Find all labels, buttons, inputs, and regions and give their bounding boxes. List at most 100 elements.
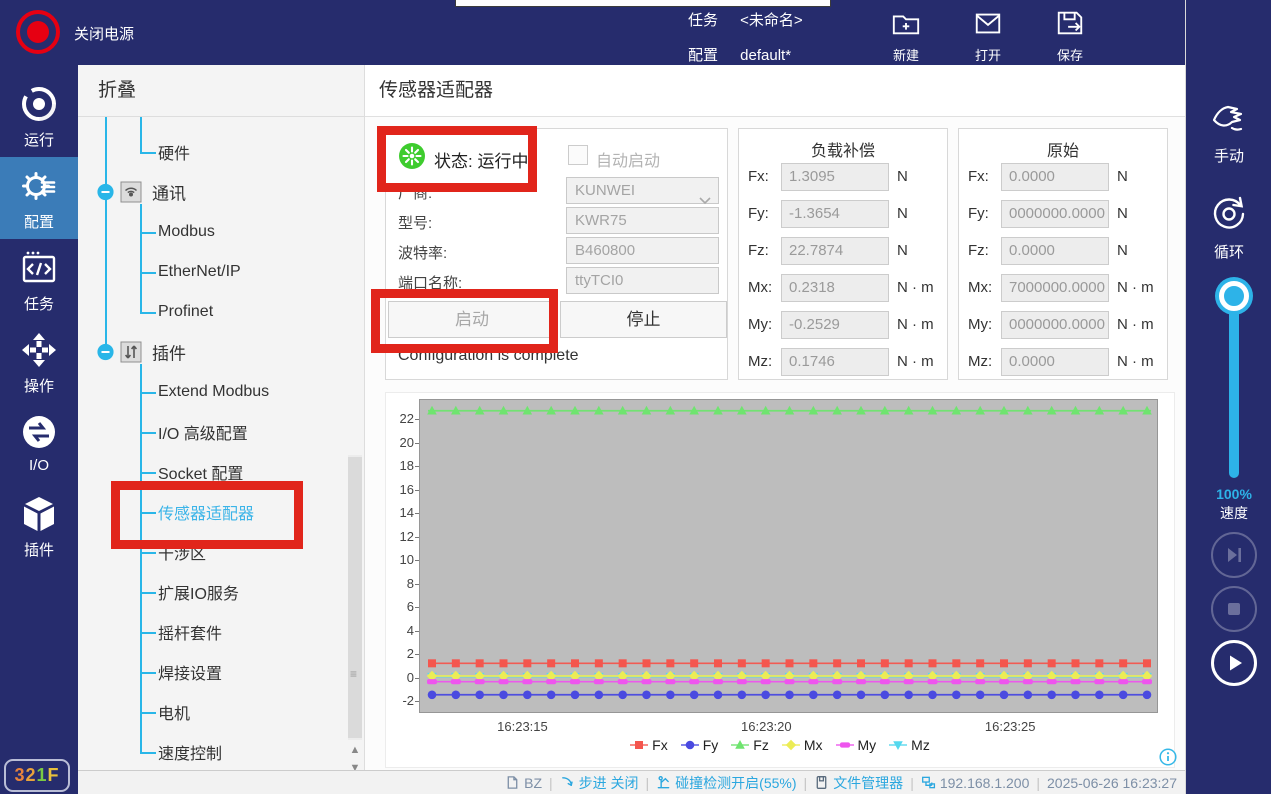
tree-group-5[interactable]: 插件: [152, 340, 186, 365]
power-button[interactable]: [16, 10, 60, 54]
tree-connector: [140, 117, 142, 153]
sidebar-item-io[interactable]: I/O: [0, 403, 78, 485]
chevron-down-icon: [699, 188, 711, 196]
scroll-down-icon[interactable]: ▼: [348, 760, 362, 770]
play-button[interactable]: [1211, 640, 1257, 686]
skip-next-button[interactable]: [1211, 532, 1257, 578]
autostart-label: 自动启动: [596, 147, 660, 171]
row-unit: N · m: [1117, 316, 1154, 333]
row-value: 7000000.0000: [1001, 274, 1109, 302]
loop-mode-button[interactable]: 循环: [1186, 192, 1271, 262]
tree-item-10[interactable]: 干涉区: [158, 540, 206, 564]
save-button[interactable]: 保存: [1044, 8, 1096, 64]
stop-button[interactable]: 停止: [560, 301, 727, 338]
statusbar-separator: |: [549, 775, 553, 791]
sidebar-item-plugin[interactable]: 插件: [0, 485, 78, 567]
y-axis-tick-mark: [415, 490, 419, 491]
sidebar-item-config[interactable]: 配置: [0, 157, 78, 239]
y-axis-tick-label: 0: [386, 670, 414, 685]
stop-button[interactable]: [1211, 586, 1257, 632]
tree-item-11[interactable]: 扩展IO服务: [158, 580, 239, 604]
tree-connector: [105, 117, 107, 353]
row-value: 1.3095: [781, 163, 889, 191]
tree-connector: [140, 472, 156, 474]
tree-item-7[interactable]: I/O 高级配置: [158, 420, 248, 444]
page-title: 传感器适配器: [365, 65, 1185, 117]
y-axis-tick-label: -2: [386, 693, 414, 708]
row-value: 0000000.0000: [1001, 200, 1109, 228]
config-row: 配置 default*: [688, 44, 791, 65]
legend-item-Fy[interactable]: Fy: [681, 737, 719, 753]
tree-panel: 折叠 ▪▪▪▪硬件通讯ModbusEtherNet/IPProfinet插件Ex…: [78, 65, 365, 770]
sidebar-item-label: 操作: [0, 375, 78, 396]
collision-indicator[interactable]: 碰撞检测开启(55%): [656, 773, 796, 793]
topbar-actions: 新建打开 保存: [880, 8, 1096, 64]
antenna-icon: [120, 181, 142, 203]
tree-item-15[interactable]: 速度控制: [158, 740, 222, 764]
sidebar-item-task[interactable]: 任务: [0, 239, 78, 321]
file-manager-button[interactable]: 文件管理器: [814, 773, 903, 793]
run-icon: [20, 85, 58, 123]
datetime: 2025-06-26 16:23:27: [1047, 775, 1177, 791]
config-message: Configuration is complete: [398, 347, 579, 365]
sliders-icon: [120, 341, 142, 363]
tree-connector: [140, 712, 156, 714]
start-button[interactable]: 启动: [388, 301, 556, 338]
step-mode-toggle[interactable]: 步进 关闭: [560, 773, 639, 793]
tree-item-3[interactable]: EtherNet/IP: [158, 263, 241, 281]
legend-item-My[interactable]: My: [836, 737, 877, 753]
open-button[interactable]: 打开: [962, 8, 1014, 64]
scroll-up-icon[interactable]: ▲: [348, 742, 362, 758]
tree-collapse-toggle[interactable]: [97, 344, 114, 361]
config-label: 配置: [688, 44, 722, 65]
field-input[interactable]: ttyTCI0: [566, 267, 719, 294]
statusbar-label: 2025-06-26 16:23:27: [1047, 775, 1177, 791]
move-icon: [20, 331, 58, 369]
tree-scrollbar-thumb[interactable]: ≡: [348, 457, 362, 738]
legend-item-Mx[interactable]: Mx: [782, 737, 823, 753]
speed-slider-track[interactable]: [1229, 296, 1239, 478]
field-input[interactable]: KWR75: [566, 207, 719, 234]
field-input[interactable]: B460800: [566, 237, 719, 264]
tree-body: ▪▪▪▪硬件通讯ModbusEtherNet/IPProfinet插件Exten…: [78, 117, 364, 770]
tree-item-14[interactable]: 电机: [158, 700, 190, 724]
autostart-checkbox[interactable]: [568, 145, 588, 165]
legend-label: Fz: [753, 737, 769, 753]
row-label: Fy:: [748, 205, 769, 222]
x-axis-tick-label: 16:23:25: [965, 719, 1055, 734]
tree-group-1[interactable]: 通讯: [152, 180, 186, 205]
tree-scrollbar[interactable]: ≡: [348, 455, 362, 740]
collapse-button[interactable]: 折叠: [78, 65, 364, 117]
legend-item-Mz[interactable]: Mz: [889, 737, 930, 753]
tree-item-13[interactable]: 焊接设置: [158, 660, 222, 684]
tree-item-8[interactable]: Socket 配置: [158, 460, 243, 484]
save-icon: [1055, 8, 1085, 38]
tree-item-12[interactable]: 摇杆套件: [158, 620, 222, 644]
new-button[interactable]: 新建: [880, 8, 932, 64]
tree-item-9[interactable]: 传感器适配器: [158, 500, 254, 524]
tree-item-0[interactable]: 硬件: [158, 140, 190, 164]
y-axis-tick-label: 4: [386, 623, 414, 638]
manual-mode-button[interactable]: 手动: [1186, 96, 1271, 166]
vendor-select[interactable]: KUNWEI: [566, 177, 719, 204]
tree-item-2[interactable]: Modbus: [158, 223, 215, 241]
y-axis-tick-mark: [415, 513, 419, 514]
panel-title: 原始: [959, 137, 1167, 161]
info-icon[interactable]: [1159, 748, 1177, 766]
action-label: 打开: [962, 45, 1014, 64]
row-label: Fx:: [748, 168, 769, 185]
x-axis-tick-label: 16:23:15: [477, 719, 567, 734]
legend-item-Fz[interactable]: Fz: [731, 737, 769, 753]
sidebar-item-run[interactable]: 运行: [0, 75, 78, 157]
tree-collapse-toggle[interactable]: [97, 184, 114, 201]
y-axis-tick-mark: [415, 466, 419, 467]
gear-icon: [20, 167, 58, 205]
legend-item-Fx[interactable]: Fx: [630, 737, 668, 753]
task-value: <未命名>: [740, 12, 803, 29]
speed-slider-handle[interactable]: [1219, 281, 1249, 311]
field-label: 端口名称:: [398, 272, 462, 293]
sidebar-item-operate[interactable]: 操作: [0, 321, 78, 403]
tree-item-6[interactable]: Extend Modbus: [158, 383, 269, 401]
statusbar-label: 文件管理器: [833, 773, 903, 793]
tree-item-4[interactable]: Profinet: [158, 303, 213, 321]
